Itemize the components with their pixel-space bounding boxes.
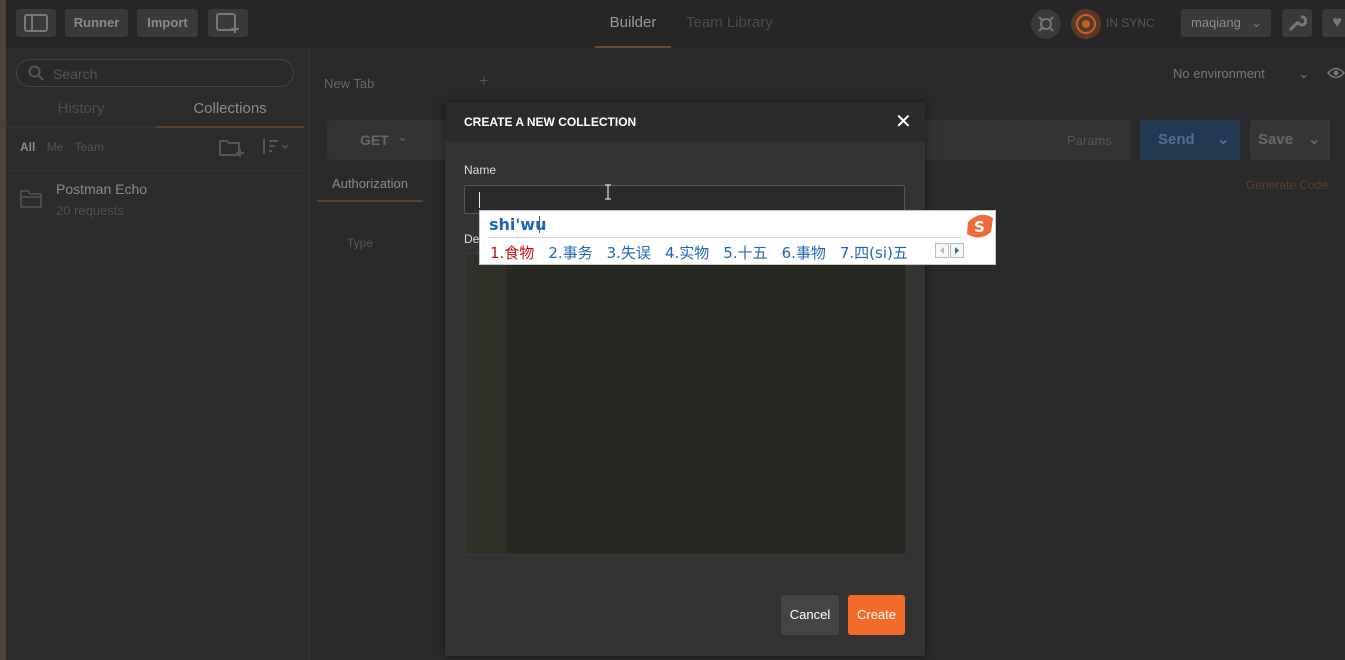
create-button[interactable]: Create xyxy=(848,595,905,635)
svg-text:S: S xyxy=(974,218,985,236)
top-bar: Runner Import Builder Team Library IN SY… xyxy=(6,0,1345,48)
ime-composition: shi'wu xyxy=(489,215,547,234)
favorite-button[interactable]: ♥ xyxy=(1322,9,1345,37)
ime-candidate[interactable]: 6.事物 xyxy=(782,244,826,262)
eye-icon[interactable] xyxy=(1327,67,1345,79)
params-button[interactable]: Params xyxy=(1067,133,1112,148)
environment-label: No environment xyxy=(1173,66,1265,81)
toggle-sidebar-button[interactable] xyxy=(16,9,56,37)
new-collection-icon[interactable] xyxy=(219,137,245,157)
filter-all[interactable]: All xyxy=(20,140,35,154)
sidebar-icon xyxy=(24,14,48,32)
collection-filters: All Me Team xyxy=(20,140,112,154)
sort-icon[interactable] xyxy=(260,137,290,157)
modal-header: CREATE A NEW COLLECTION ✕ xyxy=(445,102,925,142)
save-button[interactable]: Save ⌄ xyxy=(1250,120,1330,160)
sidebar: Search History Collections All Me Team P… xyxy=(6,48,310,660)
chevron-right-icon xyxy=(955,247,959,254)
tab-authorization[interactable]: Authorization xyxy=(317,170,423,202)
ime-candidate[interactable]: 7.四(si)五 xyxy=(840,244,908,262)
search-icon xyxy=(28,65,44,81)
heart-icon: ♥ xyxy=(1332,14,1342,31)
tab-history[interactable]: History xyxy=(6,98,156,128)
text-caret xyxy=(479,192,480,208)
ime-candidate-popup: shi'wu 1.食物 2.事务 3.失误 4.实物 5.十五 6.事物 7.四(si)五 … xyxy=(479,210,996,265)
sync-icon xyxy=(1076,14,1096,34)
text-cursor-icon xyxy=(605,184,611,200)
new-tab-icon xyxy=(216,13,239,33)
ime-next-button[interactable] xyxy=(950,243,964,258)
folder-icon xyxy=(20,190,42,208)
description-label: De xyxy=(464,232,480,246)
generate-code-link[interactable]: Generate Code xyxy=(1246,178,1328,192)
ime-candidate[interactable]: 2.事务 xyxy=(548,244,592,262)
ime-candidate[interactable]: 4.实物 xyxy=(665,244,709,262)
chevron-down-icon: ⌄ xyxy=(1251,15,1262,30)
interceptor-button[interactable] xyxy=(1031,9,1061,39)
filter-team[interactable]: Team xyxy=(74,140,103,154)
ime-candidate[interactable]: 1.食物 xyxy=(490,244,534,262)
add-tab-button[interactable]: + xyxy=(479,73,488,91)
wrench-icon xyxy=(1288,15,1308,32)
name-label: Name xyxy=(464,163,497,177)
method-select[interactable]: GET xyxy=(360,132,389,148)
settings-button[interactable] xyxy=(1282,9,1312,37)
close-icon[interactable]: ✕ xyxy=(895,112,912,132)
tab-team-library[interactable]: Team Library xyxy=(686,0,773,48)
chevron-down-icon: ⌄ xyxy=(1298,66,1310,81)
ime-divider xyxy=(488,237,964,238)
send-label: Send xyxy=(1158,131,1195,148)
save-label: Save xyxy=(1258,131,1294,148)
ime-prev-button[interactable] xyxy=(935,243,949,258)
chevron-down-icon: ⌄ xyxy=(397,129,408,144)
description-editor[interactable] xyxy=(465,253,907,555)
satellite-icon xyxy=(1038,16,1054,32)
sogou-logo-icon: S xyxy=(967,214,993,238)
ime-candidate[interactable]: 5.十五 xyxy=(723,244,767,262)
sync-status-text: IN SYNC xyxy=(1106,16,1155,30)
filter-me[interactable]: Me xyxy=(47,140,64,154)
collection-item[interactable]: Postman Echo 20 requests xyxy=(6,170,309,230)
ime-caret xyxy=(539,216,540,233)
chevron-down-icon: ⌄ xyxy=(1308,131,1321,148)
import-button[interactable]: Import xyxy=(137,9,198,37)
tab-builder[interactable]: Builder xyxy=(595,0,671,48)
create-collection-modal: CREATE A NEW COLLECTION ✕ Name De Cancel… xyxy=(445,102,925,656)
user-menu[interactable]: maqiang ⌄ xyxy=(1181,9,1271,37)
ime-page-arrows xyxy=(935,243,965,258)
ime-candidate[interactable]: 3.失误 xyxy=(607,244,651,262)
collection-name: Postman Echo xyxy=(56,181,148,197)
collection-count: 20 requests xyxy=(56,203,124,218)
request-tab[interactable]: New Tab xyxy=(324,76,374,91)
sync-status-button[interactable] xyxy=(1071,9,1101,39)
new-window-button[interactable] xyxy=(208,9,248,37)
tab-collections[interactable]: Collections xyxy=(156,98,304,128)
chevron-down-icon: ⌄ xyxy=(1217,131,1230,148)
cancel-button[interactable]: Cancel xyxy=(781,595,839,635)
editor-gutter xyxy=(466,254,506,554)
ime-candidates: 1.食物 2.事务 3.失误 4.实物 5.十五 6.事物 7.四(si)五 xyxy=(490,242,922,263)
username: maqiang xyxy=(1191,15,1241,30)
search-input[interactable]: Search xyxy=(16,59,294,87)
send-button[interactable]: Send ⌄ xyxy=(1140,120,1240,160)
chevron-left-icon xyxy=(940,247,944,254)
modal-title: CREATE A NEW COLLECTION xyxy=(464,115,637,129)
type-label: Type xyxy=(347,236,374,250)
runner-button[interactable]: Runner xyxy=(65,9,128,37)
search-placeholder: Search xyxy=(53,66,98,82)
environment-select[interactable]: No environment ⌄ xyxy=(1173,66,1309,82)
